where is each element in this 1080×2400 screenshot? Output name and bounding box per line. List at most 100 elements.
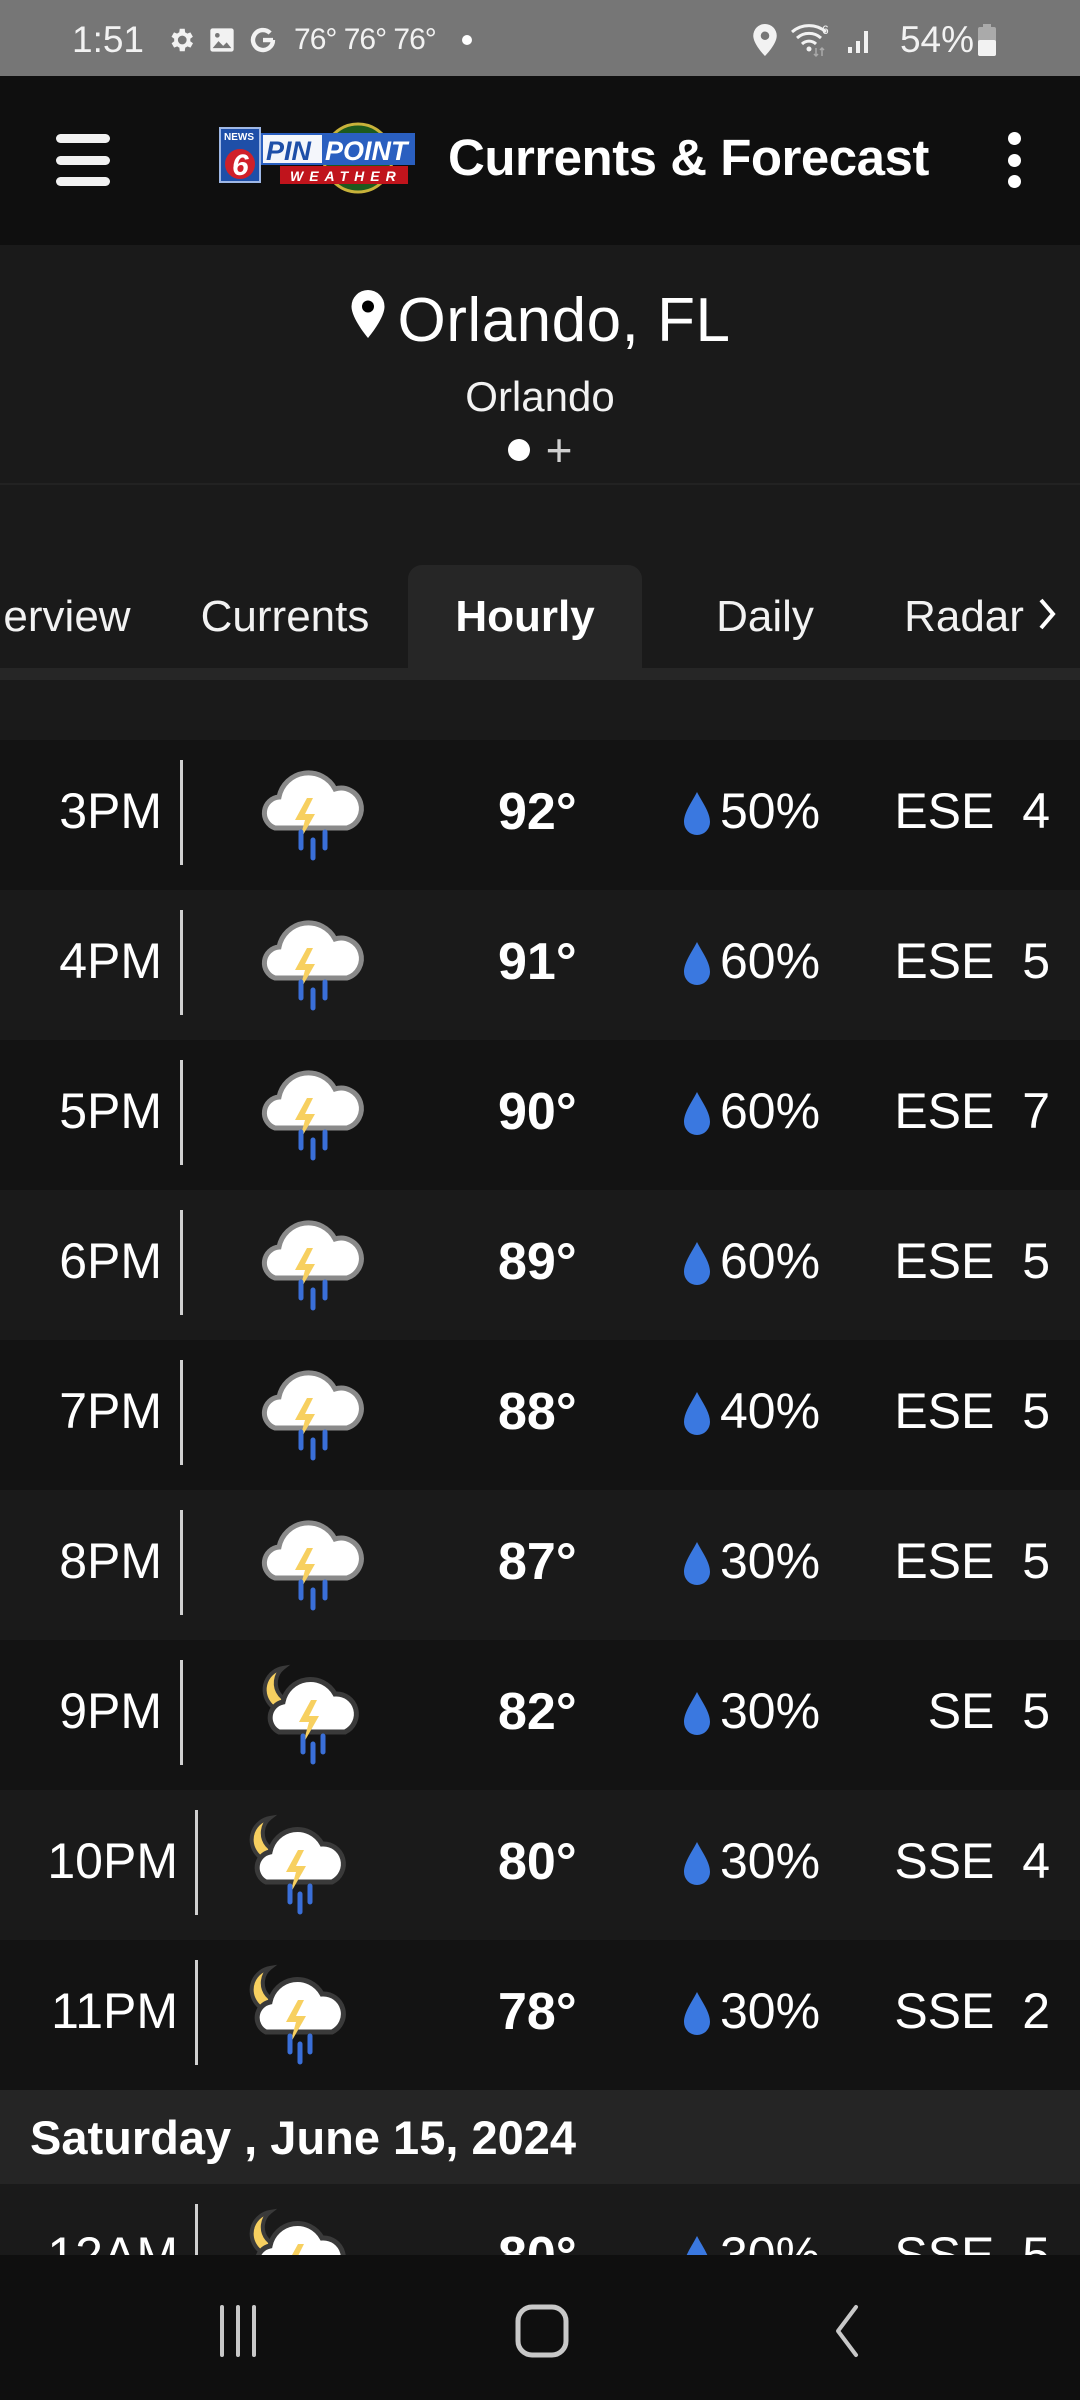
tab-overview[interactable]: erview: [0, 565, 142, 668]
hourly-row[interactable]: 9PM 82° 30% SE 5: [0, 1640, 1080, 1790]
precip-chance: 60%: [720, 933, 821, 989]
tab-daily[interactable]: Daily: [680, 565, 850, 668]
location-page-indicator[interactable]: [507, 439, 530, 461]
tab-underline: [0, 668, 1080, 680]
temperature: 78°: [498, 1983, 577, 2041]
more-vertical-icon[interactable]: [1000, 132, 1028, 188]
raindrop-icon: [682, 790, 712, 841]
hour-label: 10PM: [47, 1833, 178, 1889]
battery-percent: 54%: [899, 19, 974, 60]
raindrop-icon: [682, 1540, 712, 1591]
thunderstorm-night-icon: [245, 1650, 375, 1780]
raindrop-icon: [682, 2234, 712, 2255]
notification-dot-icon: [461, 35, 472, 45]
recents-icon[interactable]: [208, 2305, 268, 2357]
tab-label: Currents: [200, 591, 370, 641]
row-divider: [180, 1060, 183, 1165]
temperature: 88°: [498, 1383, 577, 1441]
thunderstorm-day-icon: [245, 1350, 375, 1480]
logo-weather: WEATHER: [290, 168, 402, 184]
add-location-button[interactable]: +: [546, 427, 573, 473]
hourly-row[interactable]: 8PM 87° 30% ESE 5: [0, 1490, 1080, 1640]
wind: ESE 7: [894, 1082, 1050, 1140]
hour-label: 5PM: [59, 1083, 162, 1139]
tab-label: Daily: [716, 591, 814, 641]
wind-speed: 5: [1022, 933, 1050, 989]
back-icon[interactable]: [816, 2305, 876, 2357]
raindrop-icon: [682, 1390, 712, 1441]
wind: ESE 5: [894, 1232, 1050, 1290]
tab-hourly[interactable]: Hourly: [408, 565, 642, 668]
hourly-row[interactable]: 12AM 80° 30% SSE 5: [0, 2184, 1080, 2255]
home-icon[interactable]: [512, 2304, 572, 2358]
row-divider: [195, 1810, 198, 1915]
row-divider: [180, 1510, 183, 1615]
wind-speed: 5: [1022, 1383, 1050, 1439]
wind-direction: SSE: [894, 2227, 995, 2255]
hourly-row[interactable]: 4PM 91° 60% ESE 5: [0, 890, 1080, 1040]
precip-chance: 30%: [720, 1533, 821, 1589]
hourly-row[interactable]: 5PM 90° 60% ESE 7: [0, 1040, 1080, 1190]
hourly-row[interactable]: 10PM 80° 30% SSE 4: [0, 1790, 1080, 1940]
row-divider: [180, 1210, 183, 1315]
wind-speed: 5: [1022, 1533, 1050, 1589]
wind-speed: 2: [1022, 1983, 1050, 2039]
hour-label: 11PM: [51, 1983, 178, 2039]
temperature: 80°: [498, 2226, 577, 2255]
precip-chance: 30%: [720, 1833, 821, 1889]
location-name[interactable]: Orlando, FL: [398, 285, 731, 356]
wind-speed: 7: [1022, 1083, 1050, 1139]
precip-chance: 30%: [720, 1683, 821, 1739]
wind-direction: SE: [927, 1683, 995, 1739]
status-temperatures: 76° 76° 76°: [294, 23, 437, 56]
hour-label: 12AM: [47, 2227, 178, 2255]
row-divider: [180, 1660, 183, 1765]
row-divider: [180, 760, 183, 865]
hamburger-menu-icon[interactable]: [56, 134, 110, 186]
hourly-list[interactable]: 3PM 92° 50% ESE 4 4PM 91° 60% ESE 5 5PM 90° 60% ESE…: [0, 680, 1080, 2255]
thunderstorm-day-icon: [245, 750, 375, 880]
app-title: Currents & Forecast: [448, 129, 929, 186]
location-icon: [752, 24, 778, 56]
hour-label: 8PM: [59, 1533, 162, 1589]
wind-speed: 5: [1022, 1233, 1050, 1289]
wind-speed: 5: [1022, 1683, 1050, 1739]
thunderstorm-day-icon: [245, 900, 375, 1030]
precip-chance: 30%: [720, 2227, 821, 2255]
hour-label: 6PM: [59, 1233, 162, 1289]
tab-radar[interactable]: Radar: [880, 565, 1080, 668]
hourly-row[interactable]: 3PM 92° 50% ESE 4: [0, 740, 1080, 890]
wind: SE 5: [928, 1682, 1050, 1740]
tab-label: Hourly: [455, 591, 595, 641]
raindrop-icon: [682, 940, 712, 991]
app-bar: NEWS 6 PIN POINT WEATHER Currents & Fore…: [0, 76, 1080, 245]
wind: SSE 2: [894, 1982, 1050, 2040]
hourly-row[interactable]: 6PM 89° 60% ESE 5: [0, 1190, 1080, 1340]
wind-direction: ESE: [894, 1533, 995, 1589]
raindrop-icon: [682, 1690, 712, 1741]
wind-direction: ESE: [894, 783, 995, 839]
wind: ESE 5: [894, 1382, 1050, 1440]
hourly-row[interactable]: 11PM 78° 30% SSE 2: [0, 1940, 1080, 2090]
battery-icon: [978, 24, 996, 56]
chevron-right-icon[interactable]: [1038, 592, 1056, 642]
wind-direction: ESE: [894, 1083, 995, 1139]
tab-currents[interactable]: Currents: [180, 565, 390, 668]
tab-bar: erview Currents Hourly Daily Radar: [0, 485, 1080, 680]
wind: ESE 5: [894, 932, 1050, 990]
status-bar: 1:51 76° 76° 76° 6 54%: [0, 0, 1080, 76]
temperature: 87°: [498, 1533, 577, 1591]
tab-label: erview: [3, 591, 131, 641]
temperature: 80°: [498, 1833, 577, 1891]
temperature: 92°: [498, 783, 577, 841]
tab-label: Radar: [904, 591, 1024, 641]
raindrop-icon: [682, 1990, 712, 2041]
logo-point: POINT: [325, 136, 410, 166]
thunderstorm-night-icon: [232, 2194, 362, 2255]
temperature: 90°: [498, 1083, 577, 1141]
wind-speed: 5: [1022, 2227, 1050, 2255]
hour-label: 4PM: [59, 933, 162, 989]
status-time: 1:51: [72, 19, 145, 60]
svg-text:6: 6: [822, 23, 829, 37]
hourly-row[interactable]: 7PM 88° 40% ESE 5: [0, 1340, 1080, 1490]
